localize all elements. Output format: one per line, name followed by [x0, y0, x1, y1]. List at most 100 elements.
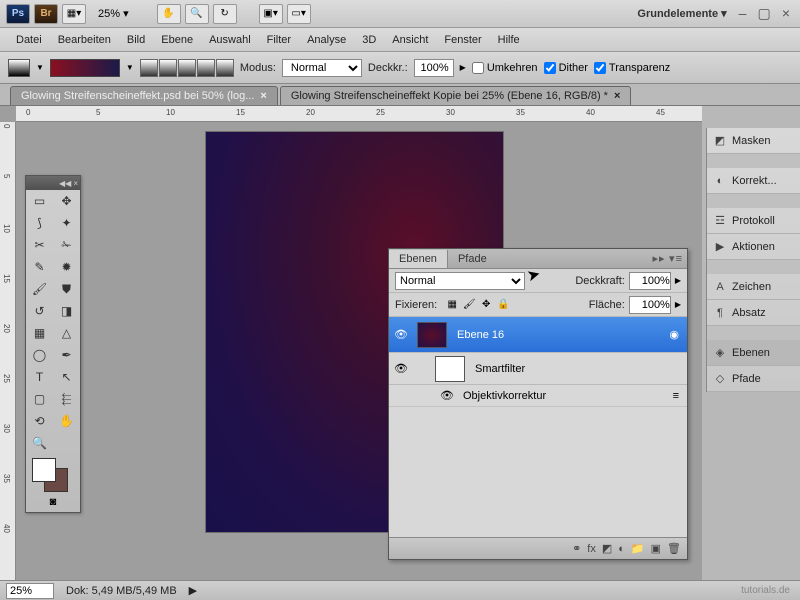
shape-tool-icon[interactable]: ▢	[26, 388, 53, 410]
rotate-view-icon[interactable]: ↻	[213, 4, 237, 24]
visibility-eye-icon[interactable]: 👁	[437, 389, 457, 402]
hand-tool-icon[interactable]: ✋	[53, 410, 80, 432]
panel-aktionen[interactable]: ▶Aktionen	[707, 234, 800, 260]
filter-entry-row[interactable]: 👁 Objektivkorrektur ≡	[389, 385, 687, 407]
menu-ansicht[interactable]: Ansicht	[384, 32, 436, 48]
document-tab[interactable]: Glowing Streifenscheineffekt.psd bei 50%…	[10, 86, 278, 105]
healing-tool-icon[interactable]: ✹	[53, 256, 80, 278]
quick-mask-icon[interactable]: ◙	[26, 492, 80, 512]
reflected-gradient-icon[interactable]	[197, 59, 215, 77]
layout-icon[interactable]: ▦▾	[62, 4, 86, 24]
lock-transparency-icon[interactable]: ▦	[445, 298, 459, 312]
radial-gradient-icon[interactable]	[159, 59, 177, 77]
modus-select[interactable]: Normal	[282, 59, 362, 77]
menu-hilfe[interactable]: Hilfe	[490, 32, 528, 48]
zoom-display[interactable]: 25% ▾	[98, 7, 129, 20]
workspace-selector[interactable]: Grundelemente ▾	[637, 7, 726, 20]
group-icon[interactable]: 📁	[631, 542, 645, 555]
ruler-horizontal[interactable]: 0 5 10 15 20 25 30 35 40 45	[16, 106, 702, 122]
stamp-tool-icon[interactable]: ⛊	[53, 278, 80, 300]
ps-app-icon[interactable]: Ps	[6, 4, 30, 24]
menu-ebene[interactable]: Ebene	[153, 32, 201, 48]
angle-gradient-icon[interactable]	[178, 59, 196, 77]
panel-pfade[interactable]: ◇Pfade	[707, 366, 800, 392]
menu-auswahl[interactable]: Auswahl	[201, 32, 259, 48]
type-tool-icon[interactable]: T	[26, 366, 53, 388]
menu-analyse[interactable]: Analyse	[299, 32, 354, 48]
diamond-gradient-icon[interactable]	[216, 59, 234, 77]
visibility-eye-icon[interactable]: 👁	[389, 362, 413, 375]
arrange-docs-icon[interactable]: ▣▾	[259, 4, 283, 24]
brush-tool-icon[interactable]: 🖌	[26, 278, 53, 300]
menu-fenster[interactable]: Fenster	[436, 32, 489, 48]
umkehren-checkbox[interactable]: Umkehren	[472, 62, 538, 74]
menu-bearbeiten[interactable]: Bearbeiten	[50, 32, 119, 48]
panel-ebenen[interactable]: ◈Ebenen	[707, 340, 800, 366]
lock-position-icon[interactable]: ✥	[479, 298, 493, 312]
minimize-icon[interactable]: –	[739, 5, 747, 21]
tool-preset-icon[interactable]	[8, 59, 30, 77]
eraser-tool-icon[interactable]: ◨	[53, 300, 80, 322]
screen-mode-icon[interactable]: ▭▾	[287, 4, 311, 24]
history-brush-icon[interactable]: ↺	[26, 300, 53, 322]
gradient-tool-icon[interactable]: ▦	[26, 322, 53, 344]
delete-layer-icon[interactable]: 🗑	[667, 542, 681, 555]
layer-fx-icon[interactable]: fx	[587, 543, 596, 555]
toolbox-header[interactable]: ◀◀×	[26, 176, 80, 190]
filter-name[interactable]: Objektivkorrektur	[457, 390, 673, 402]
lock-all-icon[interactable]: 🔒	[496, 298, 510, 312]
layers-list[interactable]: 👁 Ebene 16 ◉ 👁 Smartfilter 👁 Objektivkor…	[389, 317, 687, 537]
zoom-field[interactable]	[6, 583, 54, 599]
filter-options-icon[interactable]: ≡	[673, 390, 687, 402]
path-tool-icon[interactable]: ↖	[53, 366, 80, 388]
zoom-tool-icon[interactable]: 🔍	[26, 432, 53, 454]
wand-tool-icon[interactable]: ✦	[53, 212, 80, 234]
panel-menu-icon[interactable]: ▾≡	[669, 253, 683, 265]
eyedropper-tool-icon[interactable]: ✎	[26, 256, 53, 278]
smartfilter-row[interactable]: 👁 Smartfilter	[389, 353, 687, 385]
menu-datei[interactable]: Datei	[8, 32, 50, 48]
deckkraft-input[interactable]	[629, 272, 671, 290]
panel-zeichen[interactable]: AZeichen	[707, 274, 800, 300]
close-tab-icon[interactable]: ×	[614, 90, 620, 102]
dither-checkbox[interactable]: Dither	[544, 62, 588, 74]
menu-bild[interactable]: Bild	[119, 32, 153, 48]
color-swatches[interactable]	[26, 454, 80, 492]
slice-tool-icon[interactable]: ✁	[53, 234, 80, 256]
tab-pfade[interactable]: Pfade	[448, 250, 497, 268]
transparenz-checkbox[interactable]: Transparenz	[594, 62, 670, 74]
close-tab-icon[interactable]: ×	[260, 90, 266, 102]
bridge-icon[interactable]: Br	[34, 4, 58, 24]
crop-tool-icon[interactable]: ✂	[26, 234, 53, 256]
gradient-preview[interactable]	[50, 59, 120, 77]
toolbox[interactable]: ◀◀× ▭ ✥ ⟆ ✦ ✂ ✁ ✎ ✹ 🖌 ⛊ ↺ ◨ ▦ △ ◯ ✒ T ↖ …	[25, 175, 81, 513]
maximize-icon[interactable]: ▢	[758, 5, 771, 21]
layer-thumbnail[interactable]	[417, 322, 447, 348]
filter-mask-thumbnail[interactable]	[435, 356, 465, 382]
adjustment-layer-icon[interactable]: ◐	[618, 543, 625, 555]
foreground-color-swatch[interactable]	[32, 458, 56, 482]
panel-korrekturen[interactable]: ◐Korrekt...	[707, 168, 800, 194]
document-tab-active[interactable]: Glowing Streifenscheineffekt Kopie bei 2…	[280, 86, 632, 105]
layer-mask-icon[interactable]: ◩	[602, 542, 612, 555]
linear-gradient-icon[interactable]	[140, 59, 158, 77]
layers-panel[interactable]: Ebenen Pfade ▸▸ ▾≡ Normal Deckkraft: ▶ F…	[388, 248, 688, 560]
link-layers-icon[interactable]: ⚭	[572, 542, 581, 555]
flaeche-input[interactable]	[629, 296, 671, 314]
move-tool-icon[interactable]: ✥	[53, 190, 80, 212]
dodge-tool-icon[interactable]: ◯	[26, 344, 53, 366]
layer-row[interactable]: 👁 Ebene 16 ◉	[389, 317, 687, 353]
close-icon[interactable]: ×	[782, 5, 790, 21]
blend-mode-select[interactable]: Normal	[395, 272, 525, 290]
new-layer-icon[interactable]: ▣	[651, 542, 661, 555]
status-arrow-icon[interactable]: ▶	[189, 584, 197, 597]
lasso-tool-icon[interactable]: ⟆	[26, 212, 53, 234]
panel-masken[interactable]: ◩Masken	[707, 128, 800, 154]
deckkr-input[interactable]	[414, 59, 454, 77]
panel-protokoll[interactable]: ☲Protokoll	[707, 208, 800, 234]
menu-3d[interactable]: 3D	[354, 32, 384, 48]
visibility-eye-icon[interactable]: 👁	[389, 328, 413, 341]
lock-paint-icon[interactable]: 🖌	[462, 298, 476, 312]
collapse-icon[interactable]: ▸▸	[652, 253, 665, 265]
menu-filter[interactable]: Filter	[259, 32, 299, 48]
